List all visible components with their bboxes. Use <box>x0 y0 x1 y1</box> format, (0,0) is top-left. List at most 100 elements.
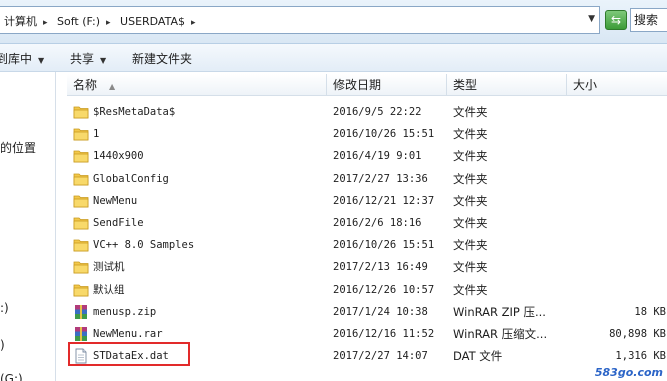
file-modified-date: 2017/2/27 14:07 <box>333 350 428 362</box>
breadcrumb-separator-icon[interactable]: ▸ <box>191 18 196 28</box>
file-row[interactable]: 测试机 2017/2/13 16:49 文件夹 <box>67 256 667 278</box>
column-header-date-label: 修改日期 <box>333 78 382 92</box>
file-size <box>567 168 666 190</box>
file-name: GlobalConfig <box>93 173 169 185</box>
file-name: VC++ 8.0 Samples <box>93 239 195 251</box>
column-header-size-label: 大小 <box>573 78 598 92</box>
refresh-button[interactable]: ⇆ <box>605 10 627 30</box>
chevron-down-icon: ▼ <box>100 56 107 65</box>
winrar-icon <box>73 326 89 342</box>
file-modified-date: 2016/10/26 15:51 <box>333 239 435 251</box>
file-row[interactable]: menusp.zip 2017/1/24 10:38 WinRAR ZIP 压...… <box>67 301 667 323</box>
file-row[interactable]: 默认组 2016/12/26 10:57 文件夹 <box>67 279 667 301</box>
file-modified-date: 2016/10/26 15:51 <box>333 128 435 140</box>
folder-icon <box>73 171 89 187</box>
file-type: 文件夹 <box>453 127 488 141</box>
file-size <box>567 279 666 301</box>
breadcrumb-computer[interactable]: 计算机 <box>4 13 37 29</box>
folder-icon <box>73 237 89 253</box>
file-type: 文件夹 <box>453 283 488 297</box>
file-row[interactable]: VC++ 8.0 Samples 2016/10/26 15:51 文件夹 <box>67 234 667 256</box>
file-name: 1 <box>93 128 100 140</box>
winrar-icon <box>73 304 89 320</box>
refresh-icon: ⇆ <box>610 13 622 27</box>
file-name: NewMenu <box>93 195 138 207</box>
include-in-library-button[interactable]: 到库中 ▼ <box>0 50 44 67</box>
file-type: WinRAR ZIP 压... <box>453 305 546 319</box>
column-header-date[interactable]: 修改日期 <box>327 74 447 96</box>
folder-icon <box>73 104 89 120</box>
command-bar: 到库中 ▼ 共享 ▼ 新建文件夹 <box>0 44 667 72</box>
file-size: 1,316 KB <box>615 350 666 362</box>
file-modified-date: 2017/2/27 13:36 <box>333 173 428 185</box>
watermark-logo: 583go.com <box>594 366 663 379</box>
file-type: 文件夹 <box>453 260 488 274</box>
file-name: menusp.zip <box>93 306 157 318</box>
file-row[interactable]: GlobalConfig 2017/2/27 13:36 文件夹 <box>67 168 667 190</box>
breadcrumb: 计算机 ▸ Soft (F:) ▸ USERDATA$ ▸ <box>4 13 202 29</box>
file-name: $ResMetaData$ <box>93 106 176 118</box>
nav-item-drive-2[interactable]: ) <box>0 338 5 352</box>
file-size <box>567 145 666 167</box>
file-size <box>567 123 666 145</box>
new-folder-label: 新建文件夹 <box>132 52 193 66</box>
column-header-name-label: 名称 <box>73 78 98 92</box>
file-modified-date: 2016/9/5 22:22 <box>333 106 422 118</box>
nav-item-recent-places[interactable]: 的位置 <box>0 139 36 156</box>
file-type: 文件夹 <box>453 194 488 208</box>
file-size: 18 KB <box>634 306 666 318</box>
folder-icon <box>73 126 89 142</box>
address-dropdown-icon[interactable]: ▼ <box>588 14 595 24</box>
file-row[interactable]: $ResMetaData$ 2016/9/5 22:22 文件夹 <box>67 101 667 123</box>
search-input[interactable]: 搜索 <box>630 8 667 32</box>
file-modified-date: 2016/4/19 9:01 <box>333 150 422 162</box>
navigation-pane: 的位置 :) ) (G:) <box>0 72 56 381</box>
file-type: 文件夹 <box>453 238 488 252</box>
new-folder-button[interactable]: 新建文件夹 <box>132 50 192 67</box>
column-header-row: 名称 ▲ 修改日期 类型 大小 <box>67 74 667 96</box>
address-bar-area: 计算机 ▸ Soft (F:) ▸ USERDATA$ ▸ ▼ ⇆ 搜索 <box>0 0 667 44</box>
file-type: 文件夹 <box>453 149 488 163</box>
nav-item-drive-1[interactable]: :) <box>0 301 9 315</box>
file-modified-date: 2016/12/26 10:57 <box>333 284 435 296</box>
column-header-name[interactable]: 名称 ▲ <box>67 74 327 96</box>
file-type: 文件夹 <box>453 105 488 119</box>
file-size <box>567 212 666 234</box>
file-row[interactable]: 1440x900 2016/4/19 9:01 文件夹 <box>67 145 667 167</box>
breadcrumb-separator-icon[interactable]: ▸ <box>43 18 48 28</box>
file-size <box>567 101 666 123</box>
breadcrumb-folder[interactable]: USERDATA$ <box>120 15 185 28</box>
column-header-type[interactable]: 类型 <box>447 74 567 96</box>
file-modified-date: 2016/2/6 18:16 <box>333 217 422 229</box>
column-header-size[interactable]: 大小 <box>567 74 667 96</box>
file-size <box>567 234 666 256</box>
column-header-type-label: 类型 <box>453 78 478 92</box>
file-type: WinRAR 压缩文... <box>453 327 548 341</box>
folder-icon <box>73 282 89 298</box>
file-name: 默认组 <box>93 284 125 296</box>
file-type: DAT 文件 <box>453 349 503 363</box>
breadcrumb-separator-icon[interactable]: ▸ <box>106 18 111 28</box>
file-row[interactable]: SendFile 2016/2/6 18:16 文件夹 <box>67 212 667 234</box>
file-row[interactable]: 1 2016/10/26 15:51 文件夹 <box>67 123 667 145</box>
include-in-library-label: 到库中 <box>0 52 33 66</box>
file-modified-date: 2016/12/21 12:37 <box>333 195 435 207</box>
file-type: 文件夹 <box>453 216 488 230</box>
file-name: SendFile <box>93 217 144 229</box>
file-modified-date: 2016/12/16 11:52 <box>333 328 435 340</box>
file-name: 测试机 <box>93 261 125 273</box>
folder-icon <box>73 215 89 231</box>
nav-item-drive-g[interactable]: (G:) <box>0 372 23 381</box>
share-button[interactable]: 共享 ▼ <box>70 50 106 67</box>
folder-icon <box>73 193 89 209</box>
file-size <box>567 190 666 212</box>
file-row[interactable]: NewMenu 2016/12/21 12:37 文件夹 <box>67 190 667 212</box>
breadcrumb-drive[interactable]: Soft (F:) <box>57 15 100 28</box>
file-modified-date: 2017/2/13 16:49 <box>333 261 428 273</box>
file-size <box>567 256 666 278</box>
folder-icon <box>73 148 89 164</box>
file-modified-date: 2017/1/24 10:38 <box>333 306 428 318</box>
address-bar[interactable]: 计算机 ▸ Soft (F:) ▸ USERDATA$ ▸ ▼ <box>0 6 600 34</box>
file-size: 80,898 KB <box>609 328 666 340</box>
highlight-box <box>68 342 190 366</box>
